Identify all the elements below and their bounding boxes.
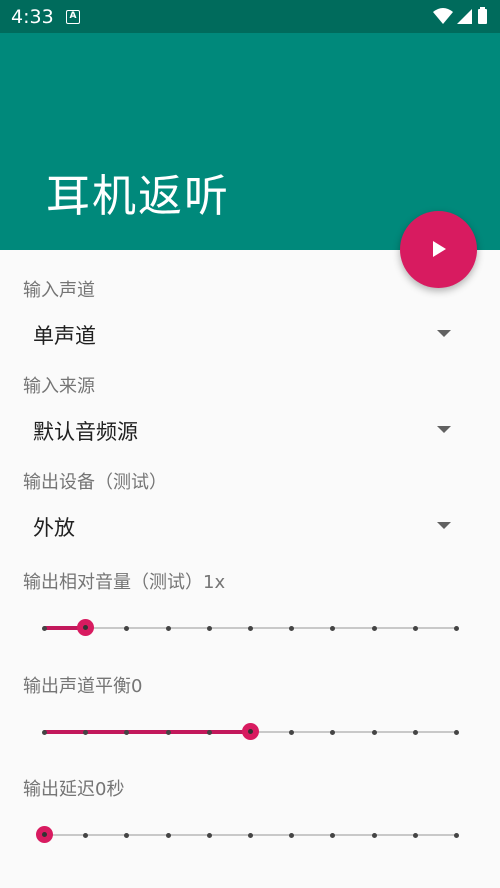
slider-tick xyxy=(248,833,253,838)
status-time: 4:33 xyxy=(11,6,54,28)
slider-tick xyxy=(412,626,418,631)
slider-tick xyxy=(42,730,47,735)
output-device-label: 输出设备（测试） xyxy=(23,472,167,493)
play-button[interactable] xyxy=(400,211,477,288)
wifi-icon xyxy=(433,8,453,24)
dropdown-arrow-icon xyxy=(437,522,451,529)
slider-tick xyxy=(83,833,89,838)
battery-icon xyxy=(478,9,487,24)
slider-tick xyxy=(206,626,212,631)
notification-a-icon: A xyxy=(66,10,80,24)
input-source-dropdown[interactable]: 默认音频源 xyxy=(23,407,463,451)
status-bar: 4:33 A xyxy=(0,0,500,33)
output-volume-slider[interactable] xyxy=(42,618,459,638)
input-channel-dropdown[interactable]: 单声道 xyxy=(23,311,463,355)
output-delay-label: 输出延迟0秒 xyxy=(23,779,125,800)
slider-tick xyxy=(165,833,171,838)
dropdown-arrow-icon xyxy=(437,330,451,337)
slider-tick xyxy=(165,730,171,735)
slider-thumb[interactable] xyxy=(77,619,95,636)
slider-tick xyxy=(412,833,418,838)
output-volume-label: 输出相对音量（测试）1x xyxy=(23,572,226,593)
slider-tick xyxy=(330,833,336,838)
app-title: 耳机返听 xyxy=(46,171,230,222)
input-source-label: 输入来源 xyxy=(23,376,95,397)
output-device-value: 外放 xyxy=(33,516,75,540)
output-delay-slider[interactable] xyxy=(36,825,459,845)
slider-tick xyxy=(206,833,212,838)
slider-tick xyxy=(206,730,212,735)
status-icons xyxy=(432,6,490,30)
slider-tick xyxy=(124,833,130,838)
slider-fill xyxy=(44,730,250,734)
dropdown-arrow-icon xyxy=(437,426,451,433)
slider-tick xyxy=(124,626,130,631)
slider-tick xyxy=(330,626,336,631)
signal-icon xyxy=(457,9,472,24)
slider-tick xyxy=(289,626,295,631)
slider-thumb[interactable] xyxy=(36,826,53,843)
slider-tick xyxy=(165,626,171,631)
slider-tick xyxy=(42,626,47,631)
slider-tick xyxy=(248,626,253,631)
slider-tick xyxy=(371,626,377,631)
output-device-dropdown[interactable]: 外放 xyxy=(23,503,463,547)
slider-tick xyxy=(371,730,377,735)
channel-balance-slider[interactable] xyxy=(42,722,459,742)
slider-tick xyxy=(454,730,459,735)
slider-tick xyxy=(289,833,295,838)
input-channel-value: 单声道 xyxy=(33,324,96,348)
slider-tick xyxy=(454,833,459,838)
slider-thumb[interactable] xyxy=(242,723,259,740)
play-icon xyxy=(433,241,446,257)
slider-tick xyxy=(454,626,459,631)
slider-tick xyxy=(330,730,336,735)
input-channel-label: 输入声道 xyxy=(23,280,95,301)
slider-tick xyxy=(412,730,418,735)
slider-tick xyxy=(83,730,89,735)
slider-tick xyxy=(124,730,130,735)
input-source-value: 默认音频源 xyxy=(33,420,138,444)
slider-tick xyxy=(371,833,377,838)
slider-tick xyxy=(289,730,295,735)
channel-balance-label: 输出声道平衡0 xyxy=(23,676,143,697)
